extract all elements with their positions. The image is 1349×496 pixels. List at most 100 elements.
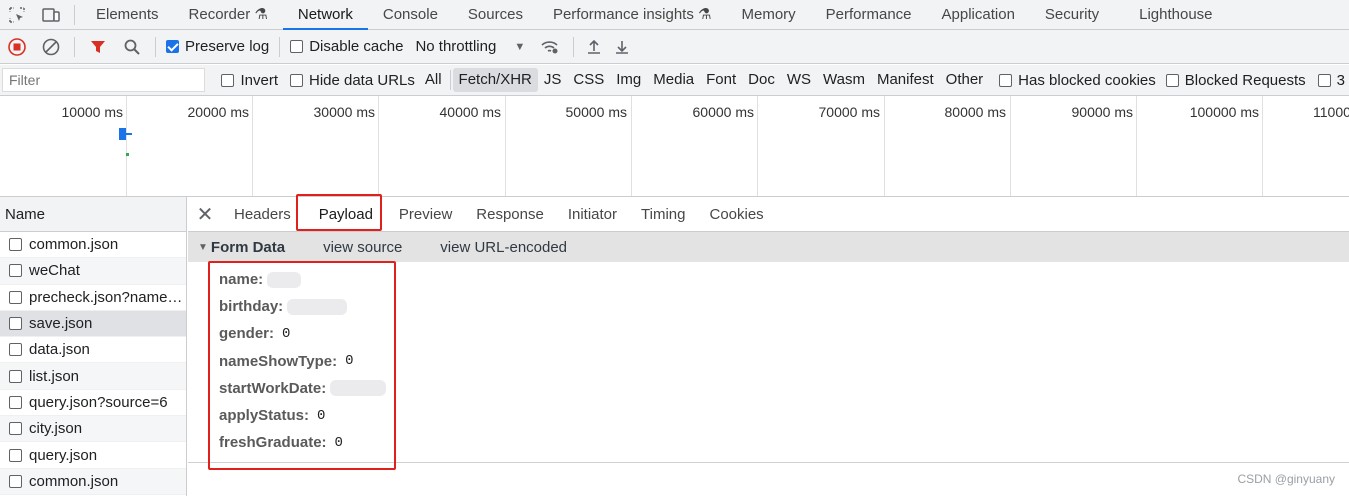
request-row[interactable]: city.json [0,416,186,443]
tab-sources[interactable]: Sources [453,0,538,30]
chevron-down-icon: ▼ [514,40,526,53]
tab-elements[interactable]: Elements [81,0,174,30]
timeline-tick-label: 100000 ms [1189,104,1259,120]
filter-input[interactable] [2,68,206,92]
timeline-gridline [757,96,758,196]
filter-type-js[interactable]: JS [538,68,568,92]
filter-type-ws[interactable]: WS [781,68,817,92]
invert-checkbox[interactable]: Invert [221,72,278,89]
view-url-encoded-link[interactable]: view URL-encoded [440,239,567,256]
tab-application[interactable]: Application [927,0,1030,30]
field-key: applyStatus: [219,407,310,425]
separator [449,70,451,90]
checkbox-unchecked[interactable] [1317,73,1331,87]
request-row[interactable]: query.json [0,442,186,469]
field-key: name: [219,271,264,289]
filter-type-font[interactable]: Font [700,68,742,92]
tab-performance-insights[interactable]: Performance insights ⚗ [538,0,727,30]
timeline-gridline [1010,96,1011,196]
checkbox-unchecked[interactable] [999,73,1013,87]
request-row[interactable]: common.json [0,232,186,259]
tab-timing[interactable]: Timing [629,206,697,223]
request-row[interactable]: common.json [0,468,186,495]
form-field-nameshowtype: nameShowType: 0 [219,348,1349,375]
tab-preview[interactable]: Preview [387,206,464,223]
timeline-overview[interactable]: 10000 ms 20000 ms 30000 ms 40000 ms 5000… [0,96,1349,197]
tab-network[interactable]: Network [282,0,368,30]
throttling-select[interactable]: No throttling ▼ [415,38,525,55]
hide-data-urls-label: Hide data URLs [308,71,415,89]
tab-recorder-label: Recorder [188,5,251,23]
timeline-gridline [631,96,632,196]
tab-payload[interactable]: Payload [307,206,385,223]
close-icon[interactable]: ✕ [188,202,222,227]
redacted-value [267,271,302,288]
network-conditions-icon[interactable] [533,30,567,64]
tab-security[interactable]: Security [1030,0,1114,30]
search-icon[interactable] [115,30,149,64]
checkbox-unchecked[interactable] [1165,73,1179,87]
export-har-icon[interactable] [608,30,636,64]
record-stop-icon[interactable] [0,30,34,64]
checkbox-unchecked[interactable] [290,40,304,53]
tab-initiator[interactable]: Initiator [556,206,629,223]
timeline-tick-label: 90000 ms [1071,104,1133,120]
flask-icon: ⚗ [698,5,712,23]
has-blocked-cookies-checkbox[interactable]: Has blocked cookies [999,72,1156,89]
filter-type-css[interactable]: CSS [567,68,610,92]
checkbox-unchecked[interactable] [221,73,235,87]
tab-recorder[interactable]: Recorder ⚗ [174,0,283,30]
request-row[interactable]: list.json [0,363,186,390]
checkbox-unchecked[interactable] [289,73,303,87]
request-row[interactable]: query.json?source=6 [0,390,186,417]
inspect-element-icon[interactable] [0,0,34,30]
field-value: 0 [345,353,354,370]
request-row[interactable]: weChat [0,258,186,285]
preserve-log-label: Preserve log [185,38,270,55]
filter-icon[interactable] [81,30,115,64]
filter-type-media[interactable]: Media [647,68,700,92]
separator [74,36,75,57]
clear-icon[interactable] [34,30,68,64]
tab-console[interactable]: Console [368,0,453,30]
form-data-header[interactable]: ▼ Form Data view source view URL-encoded [188,232,1349,262]
filter-type-manifest[interactable]: Manifest [871,68,940,92]
disable-cache-checkbox[interactable]: Disable cache [290,38,403,55]
checkbox-checked[interactable] [166,40,179,53]
request-row[interactable]: data.json [0,337,186,364]
tab-response[interactable]: Response [464,206,556,223]
view-source-link[interactable]: view source [323,239,402,256]
tab-memory[interactable]: Memory [726,0,810,30]
timeline-gridline [378,96,379,196]
filter-type-doc[interactable]: Doc [742,68,781,92]
filter-type-all[interactable]: All [419,68,448,92]
tab-cookies[interactable]: Cookies [697,206,775,223]
request-name: query.json [29,446,98,464]
form-field-birthday: birthday: [219,293,1349,320]
tab-lighthouse[interactable]: Lighthouse [1124,0,1227,30]
blocked-requests-checkbox[interactable]: Blocked Requests [1165,71,1306,89]
filter-type-wasm[interactable]: Wasm [817,68,871,92]
preserve-log-checkbox[interactable]: Preserve log [166,38,269,55]
device-toolbar-icon[interactable] [34,0,68,30]
tab-performance[interactable]: Performance [811,0,927,30]
request-row-selected[interactable]: save.json [0,310,186,338]
form-data-title: Form Data [210,238,286,256]
import-har-icon[interactable] [580,30,608,64]
request-row[interactable]: precheck.json?name… [0,285,186,311]
filter-type-other[interactable]: Other [940,68,990,92]
form-data-fields: name: birthday: gender: 0 nameShowType: … [188,262,1349,456]
filter-type-img[interactable]: Img [610,68,647,92]
blocked-requests-label: Blocked Requests [1184,71,1306,89]
name-column-header[interactable]: Name [0,197,186,232]
timeline-request-bar [125,133,132,135]
timeline-gridline [1262,96,1263,196]
tab-headers[interactable]: Headers [222,206,303,223]
filter-bar: Invert Hide data URLs All Fetch/XHR JS C… [0,65,1349,96]
separator [155,36,156,57]
hide-data-urls-checkbox[interactable]: Hide data URLs [289,71,415,89]
disable-cache-label: Disable cache [309,38,404,55]
invert-label: Invert [240,71,278,89]
third-party-checkbox[interactable]: 3 [1317,72,1345,89]
filter-type-fetch-xhr[interactable]: Fetch/XHR [452,68,538,92]
